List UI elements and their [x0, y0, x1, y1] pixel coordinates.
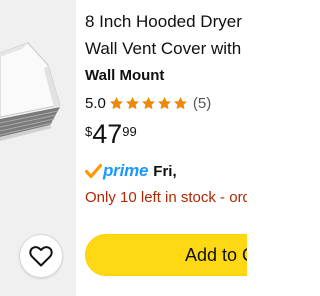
price-currency-symbol: $ [85, 124, 93, 139]
add-to-cart-label: Add to Cart [185, 245, 247, 265]
product-title-line-2[interactable]: Wall Vent Cover with [85, 35, 247, 62]
product-title-line-1[interactable]: 8 Inch Hooded Dryer [85, 8, 247, 35]
price-whole: 47 [92, 119, 123, 149]
delivery-day: Fri, [153, 162, 177, 180]
star-rating[interactable] [109, 96, 189, 111]
price: $ 47 99 [85, 121, 137, 151]
add-to-cart-button[interactable]: Add to Cart [85, 234, 247, 276]
heart-outline-icon [29, 246, 53, 267]
star-icon [125, 96, 139, 109]
rating-value: 5.0 [85, 94, 106, 112]
product-brand: Wall Mount [85, 67, 165, 84]
prime-check-icon [85, 163, 102, 179]
product-card[interactable]: 8 Inch Hooded Dryer Wall Vent Cover with… [0, 0, 247, 296]
rating-row[interactable]: 5.0 (5) [85, 93, 211, 113]
product-image[interactable] [0, 35, 76, 150]
star-icon [157, 96, 171, 109]
product-image-panel[interactable] [0, 0, 76, 296]
wishlist-button[interactable] [19, 234, 63, 278]
prime-logo: prime [103, 161, 149, 180]
star-icon [173, 96, 187, 109]
star-icon [141, 96, 155, 109]
star-icon [109, 96, 123, 109]
review-count-link[interactable]: (5) [193, 95, 211, 112]
price-fraction: 99 [122, 124, 137, 139]
product-title[interactable]: 8 Inch Hooded Dryer Wall Vent Cover with [85, 8, 247, 62]
stock-message: Only 10 left in stock - order soon. [85, 189, 247, 206]
prime-delivery: prime Fri, [85, 160, 177, 182]
